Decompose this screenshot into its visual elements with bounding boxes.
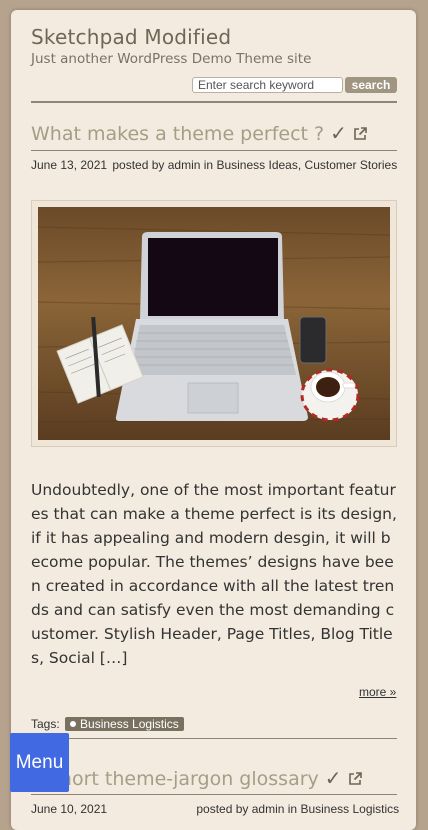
post-divider (31, 738, 397, 739)
laptop-desk-illustration (38, 207, 390, 440)
category-link-business-ideas[interactable]: Business Ideas (216, 158, 297, 172)
author-link[interactable]: admin (168, 158, 201, 172)
category-separator: , (297, 158, 302, 172)
category-link-customer-stories[interactable]: Customer Stories (305, 158, 398, 172)
external-link-icon[interactable] (353, 127, 367, 141)
post-thumbnail-image[interactable] (38, 207, 390, 440)
tag-dot-icon (70, 721, 77, 727)
in-text: in (287, 802, 298, 816)
checkmark-icon: ✓ (330, 121, 347, 145)
posted-by-text: posted by (112, 158, 165, 172)
tags-label: Tags: (31, 717, 60, 731)
category-link-business-logistics[interactable]: Business Logistics (300, 802, 399, 816)
post-title-link[interactable]: What makes a theme perfect ? (31, 123, 324, 145)
search-input[interactable] (192, 77, 343, 93)
post-tags: Tags: Business Logistics (31, 717, 184, 731)
author-link[interactable]: admin (252, 802, 285, 816)
menu-button[interactable]: Menu (10, 733, 69, 792)
title-divider (31, 150, 397, 151)
post2-title-link[interactable]: A short theme-jargon glossary (31, 768, 319, 790)
post2-date: June 10, 2021 (31, 802, 108, 816)
checkmark-icon: ✓ (324, 766, 342, 790)
tag-business-logistics[interactable]: Business Logistics (65, 717, 184, 731)
title2-divider (31, 794, 397, 795)
more-link[interactable]: more » (359, 685, 396, 699)
post2-meta: June 10, 2021 posted by admin in Busines… (31, 802, 399, 816)
posted-by-text: posted by (196, 802, 249, 816)
search-button[interactable]: search (345, 77, 397, 93)
post-date: June 13, 2021 (31, 158, 108, 172)
in-text: in (203, 158, 214, 172)
site-title[interactable]: Sketchpad Modified (31, 25, 231, 49)
post-title: What makes a theme perfect ? ✓ (31, 121, 367, 145)
tag-label: Business Logistics (80, 717, 179, 731)
header-divider (31, 101, 397, 103)
external-link-icon[interactable] (348, 772, 362, 786)
post-excerpt: Undoubtedly, one of the most important f… (31, 481, 397, 667)
site-description: Just another WordPress Demo Theme site (31, 51, 312, 67)
post2-title: A short theme-jargon glossary ✓ (31, 766, 362, 790)
post-meta: June 13, 2021 posted by admin in Busines… (31, 158, 397, 172)
post-thumbnail-frame (31, 200, 397, 447)
content-card: Sketchpad Modified Just another WordPres… (11, 10, 416, 830)
